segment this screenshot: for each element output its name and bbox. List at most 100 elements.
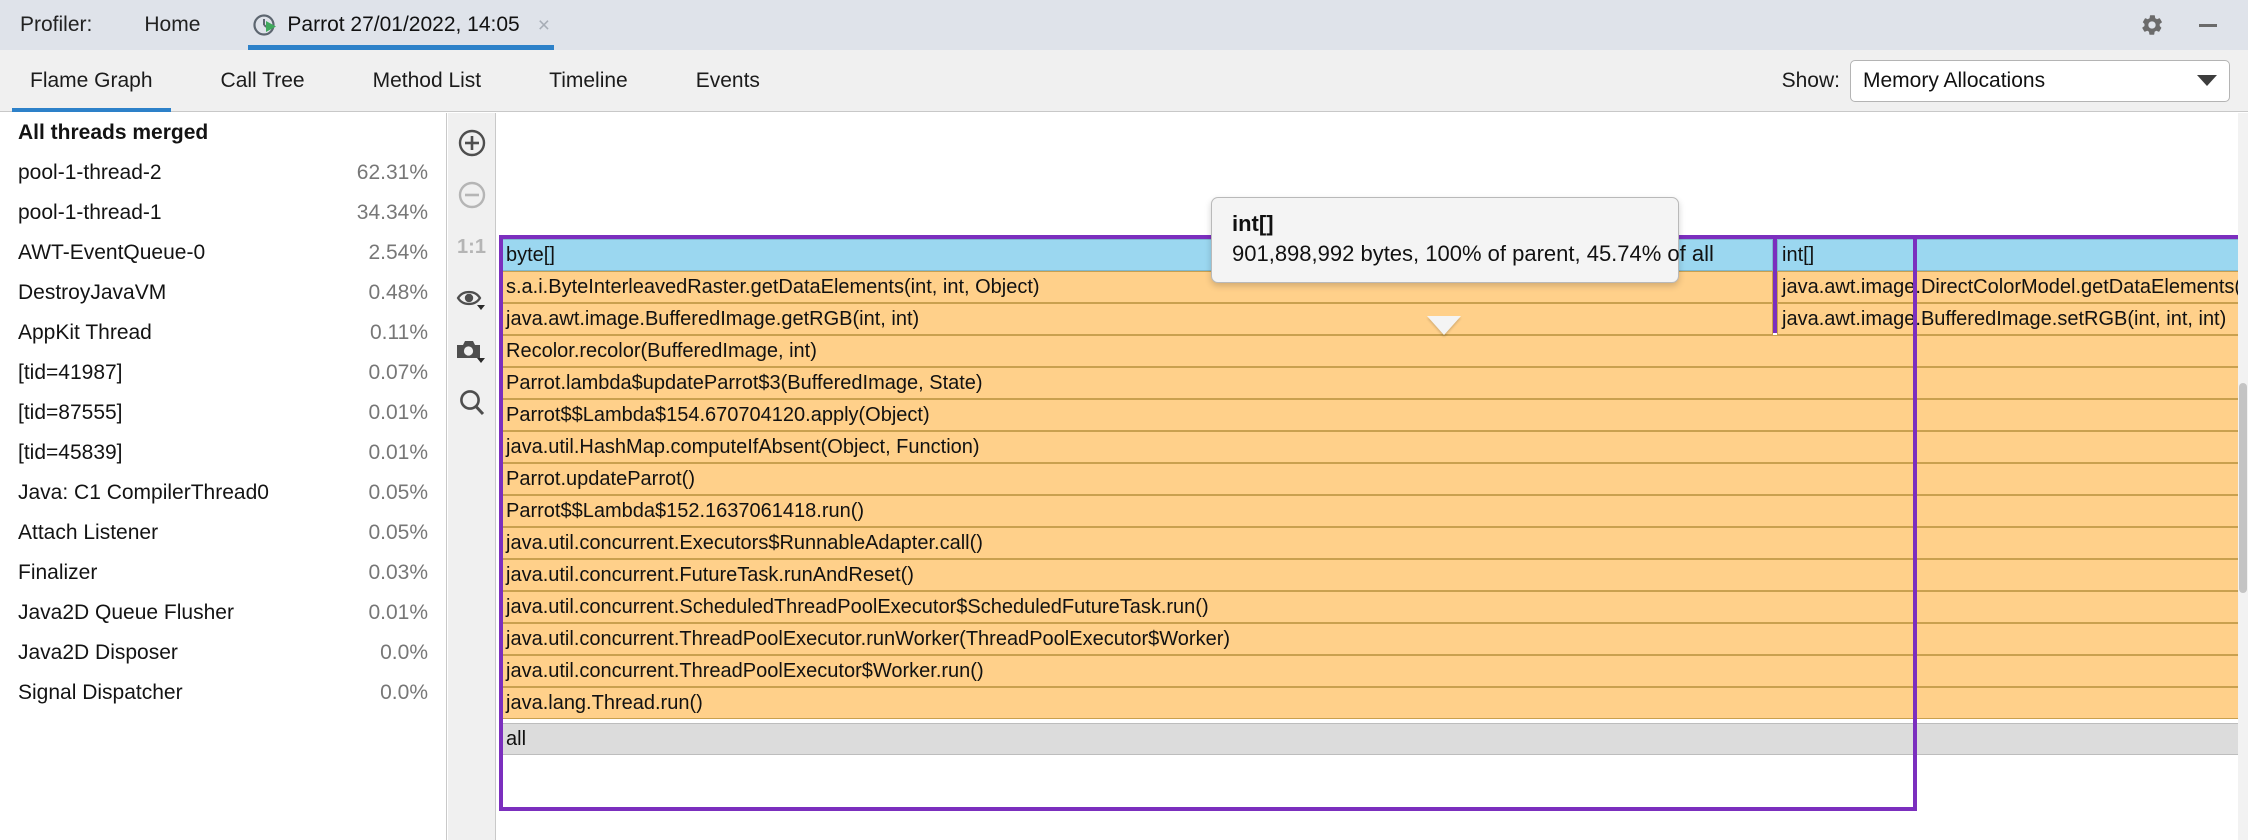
- flame-frame-method[interactable]: java.util.HashMap.computeIfAbsent(Object…: [501, 431, 2240, 463]
- thread-name: Attach Listener: [18, 521, 158, 545]
- show-select-value: Memory Allocations: [1863, 69, 2045, 93]
- thread-name: [tid=41987]: [18, 361, 123, 385]
- thread-list-item[interactable]: Finalizer 0.03%: [0, 553, 446, 593]
- flame-frame-method[interactable]: java.util.concurrent.Executors$RunnableA…: [501, 527, 2240, 559]
- thread-name: Signal Dispatcher: [18, 681, 183, 705]
- view-toolbar: Flame Graph Call Tree Method List Timeli…: [0, 50, 2248, 112]
- thread-percent: 34.34%: [357, 201, 428, 225]
- zoom-out-icon[interactable]: [452, 175, 492, 215]
- scrollbar-thumb[interactable]: [2239, 383, 2247, 593]
- tab-timeline-label: Timeline: [549, 69, 628, 93]
- thread-list-item[interactable]: pool-1-thread-1 34.34%: [0, 193, 446, 233]
- flame-frame-method[interactable]: java.lang.Thread.run(): [501, 687, 2240, 719]
- thread-list-item[interactable]: [tid=45839] 0.01%: [0, 433, 446, 473]
- show-select[interactable]: Memory Allocations: [1850, 60, 2230, 102]
- flame-frame-method[interactable]: Recolor.recolor(BufferedImage, int): [501, 335, 2240, 367]
- thread-percent: 0.01%: [368, 441, 428, 465]
- thread-percent: 0.05%: [368, 481, 428, 505]
- flame-frame-method[interactable]: java.util.concurrent.FutureTask.runAndRe…: [501, 559, 2240, 591]
- thread-list-item[interactable]: pool-1-thread-2 62.31%: [0, 153, 446, 193]
- home-tab[interactable]: Home: [136, 13, 208, 37]
- flame-frame-allocation[interactable]: int[]: [1777, 239, 2240, 271]
- thread-percent: 0.11%: [370, 321, 428, 345]
- tab-method-list[interactable]: Method List: [361, 50, 494, 112]
- thread-list-item[interactable]: Java2D Queue Flusher0.01%: [0, 593, 446, 633]
- chevron-down-icon: [2197, 75, 2217, 86]
- thread-list-item[interactable]: Java2D Disposer 0.0%: [0, 633, 446, 673]
- close-icon[interactable]: ×: [538, 15, 550, 36]
- flame-frame-method[interactable]: java.awt.image.BufferedImage.setRGB(int,…: [1777, 303, 2240, 335]
- thread-name: All threads merged: [18, 121, 208, 145]
- thread-list-item[interactable]: AppKit Thread 0.11%: [0, 313, 446, 353]
- session-tab-title: Parrot 27/01/2022, 14:05: [287, 13, 519, 37]
- title-bar: Profiler: Home Parrot 27/01/2022, 14:05 …: [0, 0, 2248, 50]
- flame-frame-method[interactable]: java.awt.image.BufferedImage.getRGB(int,…: [501, 303, 1773, 335]
- thread-percent: 62.31%: [357, 161, 428, 185]
- tooltip-arrow: [1427, 316, 1461, 335]
- session-tab[interactable]: Parrot 27/01/2022, 14:05 ×: [248, 0, 554, 50]
- flame-frame-method[interactable]: java.util.concurrent.ScheduledThreadPool…: [501, 591, 2240, 623]
- tab-flame-graph-label: Flame Graph: [30, 69, 153, 93]
- thread-name: Java2D Queue Flusher: [18, 601, 234, 625]
- flame-frame-method[interactable]: Parrot$$Lambda$154.670704120.apply(Objec…: [501, 399, 2240, 431]
- tab-call-tree[interactable]: Call Tree: [209, 50, 317, 112]
- eye-dropdown-icon[interactable]: [452, 279, 492, 319]
- thread-list-header[interactable]: All threads merged: [0, 113, 446, 153]
- flame-graph-tools: 1:1: [448, 113, 496, 840]
- tooltip-title: int[]: [1232, 211, 1658, 237]
- thread-percent: 0.05%: [368, 521, 428, 545]
- flame-frame-method[interactable]: Parrot$$Lambda$152.1637061418.run(): [501, 495, 2240, 527]
- thread-percent: 0.48%: [368, 281, 428, 305]
- thread-name: pool-1-thread-2: [18, 161, 162, 185]
- thread-list-item[interactable]: Attach Listener 0.05%: [0, 513, 446, 553]
- zoom-reset-icon[interactable]: 1:1: [452, 227, 492, 267]
- zoom-in-icon[interactable]: [452, 123, 492, 163]
- vertical-scrollbar[interactable]: [2238, 113, 2248, 840]
- thread-name: Java2D Disposer: [18, 641, 178, 665]
- tab-call-tree-label: Call Tree: [221, 69, 305, 93]
- thread-name: [tid=87555]: [18, 401, 123, 425]
- gear-icon[interactable]: [2138, 11, 2166, 39]
- tab-events[interactable]: Events: [684, 50, 772, 112]
- zoom-reset-label: 1:1: [457, 236, 486, 259]
- thread-percent: 2.54%: [368, 241, 428, 265]
- tab-method-list-label: Method List: [373, 69, 482, 93]
- thread-percent: 0.01%: [368, 401, 428, 425]
- thread-list[interactable]: All threads merged pool-1-thread-2 62.31%…: [0, 113, 447, 840]
- show-control: Show: Memory Allocations: [1782, 60, 2248, 102]
- tab-flame-graph[interactable]: Flame Graph: [18, 50, 165, 112]
- thread-list-item[interactable]: Java: C1 CompilerThread0 0.05%: [0, 473, 446, 513]
- thread-list-item[interactable]: Signal Dispatcher0.0%: [0, 673, 446, 713]
- show-label: Show:: [1782, 69, 1840, 93]
- camera-dropdown-icon[interactable]: [452, 331, 492, 371]
- thread-percent: 0.0%: [380, 641, 428, 665]
- search-icon[interactable]: [452, 383, 492, 423]
- flame-frame-method[interactable]: Parrot.lambda$updateParrot$3(BufferedIma…: [501, 367, 2240, 399]
- thread-list-item[interactable]: [tid=41987] 0.07%: [0, 353, 446, 393]
- record-clock-icon: [252, 12, 278, 38]
- thread-name: Finalizer: [18, 561, 97, 585]
- flame-frame-root[interactable]: all: [501, 723, 2240, 755]
- flame-frame-method[interactable]: Parrot.updateParrot(): [501, 463, 2240, 495]
- thread-list-item[interactable]: [tid=87555] 0.01%: [0, 393, 446, 433]
- thread-list-item[interactable]: DestroyJavaVM 0.48%: [0, 273, 446, 313]
- thread-name: pool-1-thread-1: [18, 201, 162, 225]
- minimize-icon[interactable]: [2194, 11, 2222, 39]
- frame-tooltip: int[] 901,898,992 bytes, 100% of parent,…: [1211, 197, 1679, 283]
- tab-timeline[interactable]: Timeline: [537, 50, 640, 112]
- thread-name: [tid=45839]: [18, 441, 123, 465]
- thread-name: Java: C1 CompilerThread0: [18, 481, 269, 505]
- thread-name: AppKit Thread: [18, 321, 152, 345]
- thread-percent: 0.03%: [368, 561, 428, 585]
- tab-events-label: Events: [696, 69, 760, 93]
- thread-list-item[interactable]: AWT-EventQueue-0 2.54%: [0, 233, 446, 273]
- flame-frame-method[interactable]: java.util.concurrent.ThreadPoolExecutor.…: [501, 623, 2240, 655]
- thread-percent: 0.07%: [368, 361, 428, 385]
- thread-name: AWT-EventQueue-0: [18, 241, 205, 265]
- profiler-label: Profiler:: [20, 13, 92, 37]
- flame-frame-method[interactable]: java.awt.image.DirectColorModel.getDataE…: [1777, 271, 2240, 303]
- flame-frame-method[interactable]: java.util.concurrent.ThreadPoolExecutor$…: [501, 655, 2240, 687]
- flame-graph[interactable]: byte[]s.a.i.ByteInterleavedRaster.getDat…: [497, 113, 2240, 840]
- tooltip-body: 901,898,992 bytes, 100% of parent, 45.74…: [1232, 241, 1658, 267]
- thread-name: DestroyJavaVM: [18, 281, 166, 305]
